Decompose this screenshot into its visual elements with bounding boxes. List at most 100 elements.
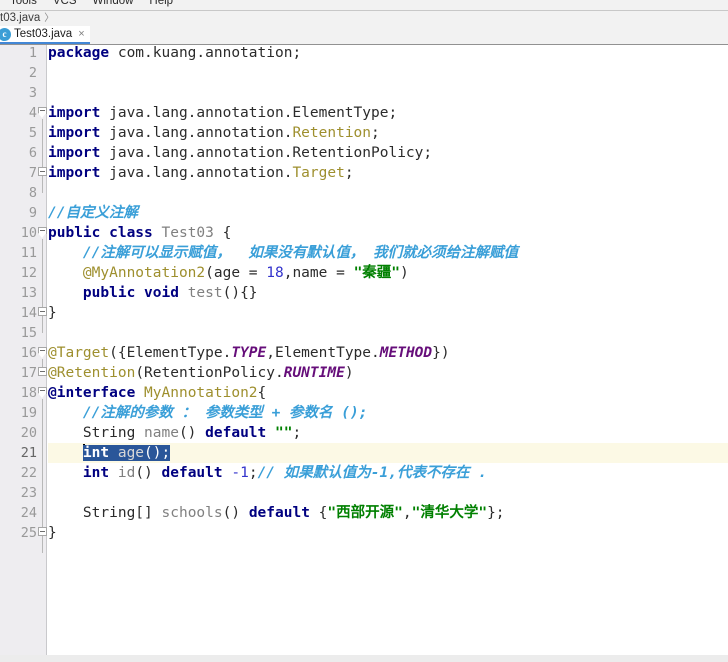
code-token: id (117, 465, 136, 481)
code-token: ) (344, 365, 354, 381)
code-line-text[interactable]: } (48, 303, 57, 323)
tab-test03-java[interactable]: c Test03.java × (0, 26, 90, 44)
breadcrumb-file[interactable]: t03.java (0, 11, 40, 26)
code-line-text[interactable]: int age(); (48, 443, 171, 463)
code-token: RUNTIME (283, 365, 345, 381)
code-token: ; (292, 425, 302, 441)
code-token: import (48, 125, 110, 141)
code-token: (age = (205, 265, 267, 281)
code-line[interactable]: 19 //注解的参数 ： 参数类型 + 参数名 (); (21, 403, 728, 423)
line-number: 10 (20, 225, 37, 241)
code-line[interactable]: 23 (21, 483, 728, 503)
menu-item-vcs[interactable]: VCS (45, 0, 85, 10)
code-line-text[interactable]: String name() default ""; (48, 423, 301, 443)
code-line[interactable]: 12 @MyAnnotation2(age = 18,name = "秦疆") (21, 263, 728, 283)
line-number: 24 (20, 505, 37, 521)
menu-item-help[interactable]: Help (141, 0, 181, 10)
code-line[interactable]: 15 (21, 323, 728, 343)
code-token: Test03 (161, 225, 214, 241)
code-line-text[interactable]: @MyAnnotation2(age = 18,name = "秦疆") (48, 263, 409, 283)
breadcrumb: t03.java 〉 (0, 11, 728, 26)
selected-text[interactable]: int (82, 445, 118, 461)
code-line[interactable]: 16 @Target({ElementType.TYPE,ElementType.… (21, 343, 728, 363)
selected-text[interactable]: age (117, 445, 145, 461)
code-line-text[interactable]: public void test(){} (48, 283, 258, 303)
code-line[interactable]: 2 (29, 63, 728, 83)
code-line-text[interactable]: @Target({ElementType.TYPE,ElementType.ME… (48, 343, 450, 363)
code-line[interactable]: 25} (21, 523, 728, 543)
line-number: 21 (20, 445, 37, 461)
code-line-text[interactable]: import java.lang.annotation.RetentionPol… (48, 143, 432, 163)
code-line-text[interactable]: //自定义注解 (48, 203, 138, 223)
code-line[interactable]: 8 (29, 183, 728, 203)
menu-item-window[interactable]: Window (85, 0, 142, 10)
line-number: 23 (20, 485, 37, 501)
code-line[interactable]: 6 import java.lang.annotation.RetentionPo… (29, 143, 728, 163)
code-token: import (48, 105, 110, 121)
code-token: public void (48, 285, 188, 301)
code-content[interactable]: 1 package com.kuang.annotation; 2 3 4 import … (21, 45, 728, 662)
code-token: ; (344, 165, 354, 181)
code-line[interactable]: 21 int age(); (21, 443, 728, 463)
code-line-text[interactable]: @Retention(RetentionPolicy.RUNTIME) (48, 363, 354, 383)
code-line-text[interactable]: String[] schools() default {"西部开源","清华大学… (48, 503, 505, 523)
code-token: //注解可以显示赋值， 如果没有默认值， 我们就必须给注解赋值 (48, 245, 519, 261)
code-line[interactable]: 14} (21, 303, 728, 323)
code-line-text[interactable]: } (48, 523, 57, 543)
menu-item-tools[interactable]: Tools (2, 0, 45, 10)
code-token: @interface (48, 385, 136, 401)
code-line[interactable]: 17 @Retention(RetentionPolicy.RUNTIME) (21, 363, 728, 383)
code-token: int (82, 465, 118, 481)
code-line[interactable]: 18 @interface MyAnnotation2{ (21, 383, 728, 403)
code-token: String[] (48, 505, 162, 521)
code-token: import (48, 145, 110, 161)
code-token: public class (48, 225, 162, 241)
code-token: } (48, 305, 57, 321)
code-line[interactable]: 10 public class Test03 { (21, 223, 728, 243)
code-line-text[interactable]: @interface MyAnnotation2{ (48, 383, 266, 403)
code-token: ) (400, 265, 409, 281)
code-token: @MyAnnotation2 (82, 265, 206, 281)
code-line[interactable]: 7 import java.lang.annotation.Target; (29, 163, 728, 183)
line-number: 25 (20, 525, 37, 541)
code-token: "秦疆" (353, 265, 401, 281)
code-line[interactable]: 9 //自定义注解 (29, 203, 728, 223)
code-line[interactable]: 4 import java.lang.annotation.ElementType… (29, 103, 728, 123)
code-line[interactable]: 11 //注解可以显示赋值， 如果没有默认值， 我们就必须给注解赋值 (21, 243, 728, 263)
code-token: java.lang.annotation. (109, 125, 293, 141)
code-line[interactable]: 22 int id() default -1;// 如果默认值为-1,代表不存在… (21, 463, 728, 483)
code-token: test (187, 285, 223, 301)
code-editor[interactable]: 1 package com.kuang.annotation; 2 3 4 import … (0, 45, 728, 662)
code-line[interactable]: 1 package com.kuang.annotation; (29, 45, 728, 63)
code-line[interactable]: 20 String name() default ""; (21, 423, 728, 443)
line-number: 8 (28, 185, 37, 201)
code-token: package (48, 45, 118, 61)
code-line-text[interactable]: //注解可以显示赋值， 如果没有默认值， 我们就必须给注解赋值 (48, 243, 518, 263)
line-number: 13 (20, 285, 37, 301)
code-token: default (248, 505, 319, 521)
close-icon[interactable]: × (78, 28, 84, 40)
code-line[interactable]: 5 import java.lang.annotation.Retention; (29, 123, 728, 143)
code-line[interactable]: 3 (29, 83, 728, 103)
code-line[interactable]: 24 String[] schools() default {"西部开源","清… (21, 503, 728, 523)
code-line-text[interactable]: package com.kuang.annotation; (48, 45, 301, 63)
code-line-text[interactable]: import java.lang.annotation.Retention; (48, 123, 380, 143)
line-number: 18 (20, 385, 37, 401)
selected-text[interactable]: (); (144, 445, 171, 461)
code-line-text[interactable]: import java.lang.annotation.ElementType; (48, 103, 397, 123)
code-token: () (222, 505, 249, 521)
menu-bar: Tools VCS Window Help (0, 0, 728, 11)
code-line-text[interactable]: //注解的参数 ： 参数类型 + 参数名 (); (48, 403, 368, 423)
code-line[interactable]: 13 public void test(){} (21, 283, 728, 303)
line-number: 9 (28, 205, 37, 221)
code-token: //注解的参数 ： 参数类型 + 参数名 (); (48, 405, 368, 421)
code-line-text[interactable]: int id() default -1;// 如果默认值为-1,代表不存在 . (48, 463, 487, 483)
line-number: 12 (20, 265, 37, 281)
line-number: 7 (28, 165, 37, 181)
code-token: "西部开源" (327, 505, 403, 521)
code-token: import (48, 165, 110, 181)
code-line-text[interactable]: public class Test03 { (48, 223, 231, 243)
java-class-icon: c (0, 27, 11, 41)
code-line-text[interactable]: import java.lang.annotation.Target; (48, 163, 354, 183)
